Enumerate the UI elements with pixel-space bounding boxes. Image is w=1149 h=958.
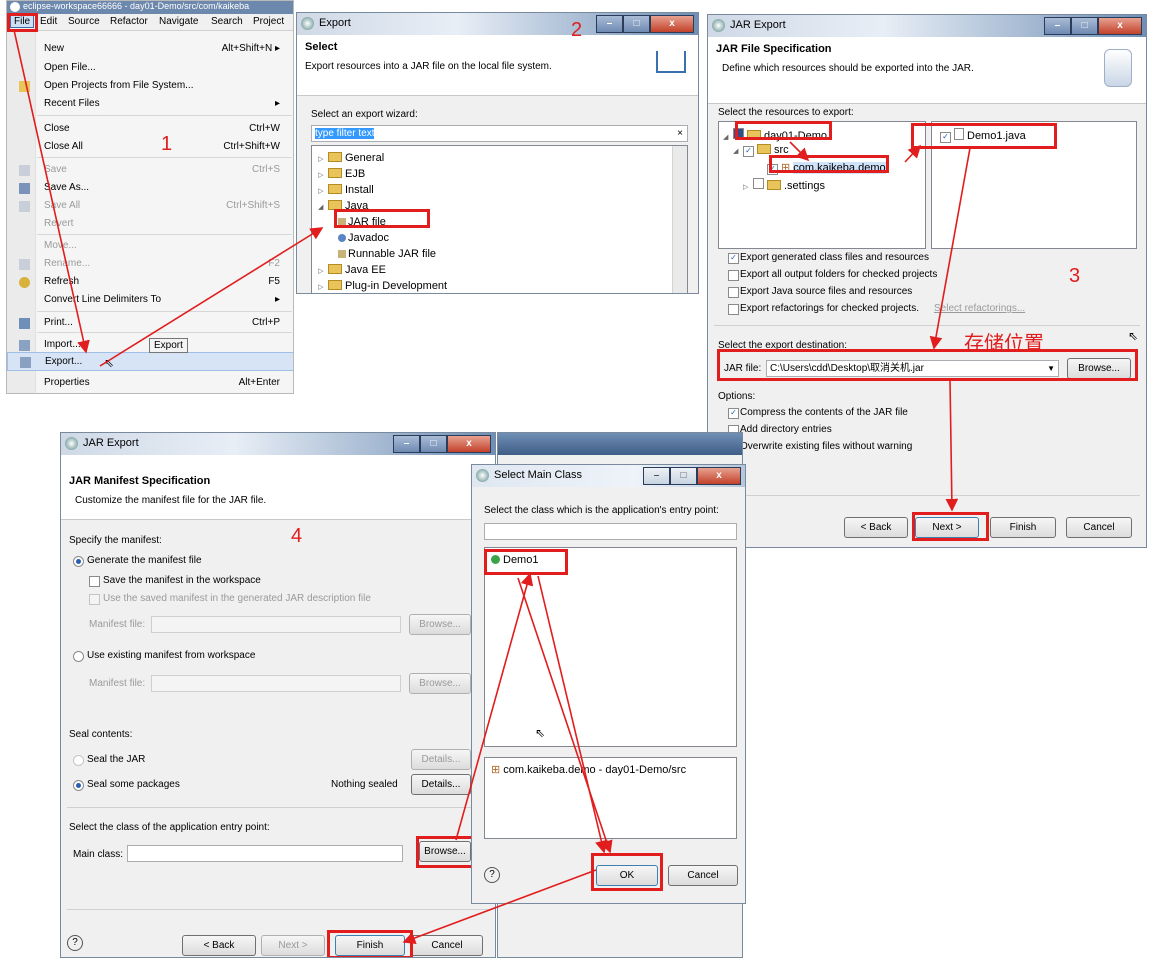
arrow-file-to-export — [13, 29, 90, 354]
arrow-browse-to-demo1 — [455, 572, 534, 841]
arrow-class-to-ok — [517, 577, 613, 854]
arrow-file-to-destination — [929, 147, 971, 350]
arrow-project-to-package — [789, 141, 810, 162]
arrow-package-to-file — [904, 144, 922, 163]
arrow-export-to-jar — [99, 227, 324, 367]
arrow-ok-to-finish — [402, 869, 597, 945]
arrow-destination-to-next — [945, 379, 959, 512]
annotation-arrows — [13, 29, 971, 945]
arrow-demo1-to-ok — [537, 575, 608, 854]
